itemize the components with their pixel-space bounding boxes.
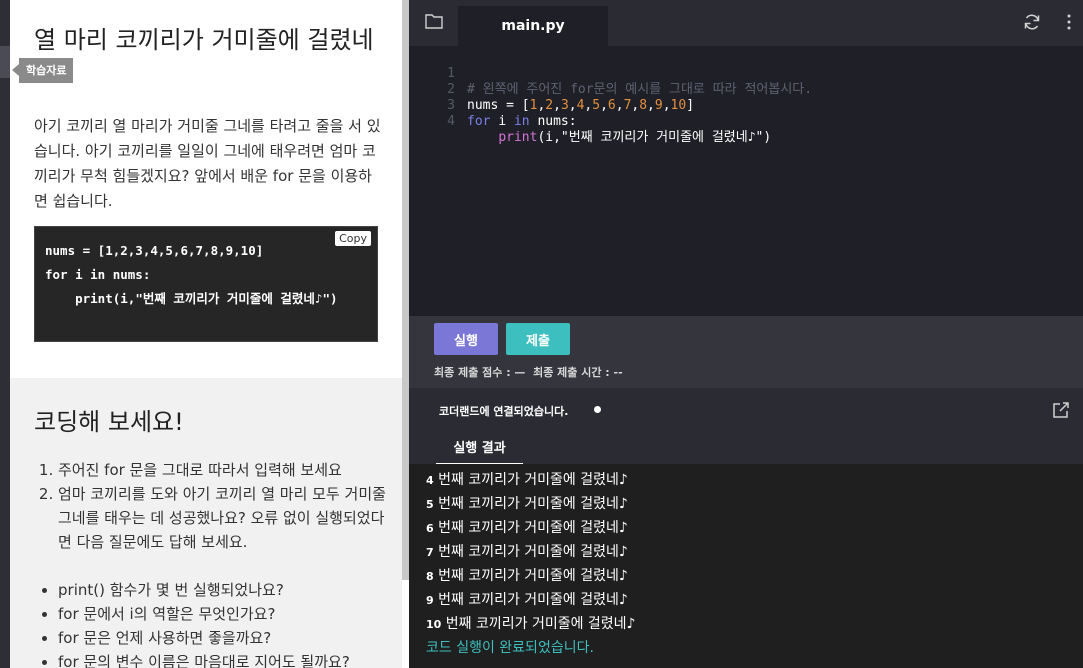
code-line: 1 # 왼쪽에 주어진 for문의 예시를 그대로 따라 적어봅시다. xyxy=(409,50,1083,97)
rail-marker xyxy=(0,46,10,78)
output-line: 5 번째 코끼리가 거미줄에 걸렸네♪ xyxy=(426,492,628,517)
output-line: 10 번째 코끼리가 거미줄에 걸렸네♪ xyxy=(426,612,636,637)
code-line: 3 for i in nums: xyxy=(409,82,1083,129)
output-text: 번째 코끼리가 거미줄에 걸렸네♪ xyxy=(438,592,628,608)
code-keyword: in xyxy=(513,114,530,129)
code-variable: i xyxy=(498,114,507,129)
list-item: for 문의 변수 이름은 마음대로 지어도 될까요? xyxy=(58,650,398,668)
left-rail xyxy=(0,0,10,668)
output-text: 번째 코끼리가 거미줄에 걸렸네♪ xyxy=(438,568,628,584)
line-number: 4 xyxy=(447,114,455,129)
list-item: print() 함수가 몇 번 실행되었나요? xyxy=(58,578,398,602)
code-line: 4 print(i,"번째 코끼리가 거미줄에 걸렸네♪") xyxy=(409,98,1083,145)
output-number: 6 xyxy=(426,522,434,535)
code-example: nums = [1,2,3,4,5,6,7,8,9,10] for i in n… xyxy=(34,226,378,342)
output-line: 4 번째 코끼리가 거미줄에 걸렸네♪ xyxy=(426,468,628,493)
code-editor[interactable]: 1 # 왼쪽에 주어진 for문의 예시를 그대로 따라 적어봅시다. 2 nu… xyxy=(409,46,1083,316)
more-vertical-icon[interactable] xyxy=(1066,13,1072,31)
output-text: 번째 코끼리가 거미줄에 걸렸네♪ xyxy=(438,544,628,560)
submit-button[interactable]: 제출 xyxy=(506,323,570,355)
output-text: 번째 코끼리가 거미줄에 걸렸네♪ xyxy=(438,472,628,488)
output-number: 7 xyxy=(426,546,434,559)
output-line: 7 번째 코끼리가 거미줄에 걸렸네♪ xyxy=(426,540,628,565)
output-number: 8 xyxy=(426,570,434,583)
code-function: print xyxy=(498,130,538,145)
output-number: 10 xyxy=(426,618,442,631)
list-item: 주어진 for 문을 그대로 따라서 입력해 보세요 xyxy=(58,458,398,482)
code-text: for i in nums: xyxy=(467,114,577,129)
code-variable: nums xyxy=(537,114,569,129)
scrollbar-thumb[interactable] xyxy=(402,0,409,580)
output-text: 번째 코끼리가 거미줄에 걸렸네♪ xyxy=(438,496,628,512)
output-text: 번째 코끼리가 거미줄에 걸렸네♪ xyxy=(445,616,636,632)
refresh-icon[interactable] xyxy=(1023,13,1041,31)
tab-run-result[interactable]: 실행 결과 xyxy=(436,437,523,464)
code-line: 2 nums = [1,2,3,4,5,6,7,8,9,10] xyxy=(409,66,1083,113)
connection-indicator xyxy=(594,406,601,413)
output-number: 9 xyxy=(426,594,434,607)
code-text: print(i,"번째 코끼리가 거미줄에 걸렸네♪") xyxy=(467,130,771,146)
external-link-icon[interactable] xyxy=(1052,401,1070,419)
lesson-title: 열 마리 코끼리가 거미줄에 걸렸네 xyxy=(34,26,374,54)
copy-button[interactable]: Copy xyxy=(335,231,371,246)
tab-main-py[interactable]: main.py xyxy=(458,6,608,46)
list-item: for 문에서 i의 역할은 무엇인가요? xyxy=(58,602,398,626)
lesson-panel: 열 마리 코끼리가 거미줄에 걸렸네 아기 코끼리 열 마리가 거미줄 그네를 … xyxy=(10,0,402,668)
section-title: 코딩해 보세요! xyxy=(34,408,184,436)
list-item: for 문은 언제 사용하면 좋을까요? xyxy=(58,626,398,650)
lesson-intro: 아기 코끼리 열 마리가 거미줄 그네를 타려고 줄을 서 있습니다. 아기 코… xyxy=(34,117,381,210)
output-line: 9 번째 코끼리가 거미줄에 걸렸네♪ xyxy=(426,588,628,613)
code-arguments: (i,"번째 코끼리가 거미줄에 걸렸네♪") xyxy=(537,130,772,145)
folder-icon[interactable] xyxy=(425,13,443,29)
output-number: 4 xyxy=(426,474,434,487)
output-line: 6 번째 코끼리가 거미줄에 걸렸네♪ xyxy=(426,516,628,541)
run-button[interactable]: 실행 xyxy=(434,323,498,355)
submission-status: 최종 제출 점수 : — 최종 제출 시간 : -- xyxy=(434,366,623,379)
execution-complete-message: 코드 실행이 완료되었습니다. xyxy=(426,640,594,656)
questions-list: print() 함수가 몇 번 실행되었나요? for 문에서 i의 역할은 무… xyxy=(34,578,398,668)
connection-status: 코더랜드에 연결되었습니다. xyxy=(439,405,569,418)
steps-list: 주어진 for 문을 그대로 따라서 입력해 보세요 엄마 코끼리를 도와 아기… xyxy=(34,458,398,554)
output-text: 번째 코끼리가 거미줄에 걸렸네♪ xyxy=(438,520,628,536)
output-line: 8 번째 코끼리가 거미줄에 걸렸네♪ xyxy=(426,564,628,589)
lesson-content: 열 마리 코끼리가 거미줄에 걸렸네 아기 코끼리 열 마리가 거미줄 그네를 … xyxy=(10,0,402,378)
code-keyword: for xyxy=(467,114,491,129)
output-number: 5 xyxy=(426,498,434,511)
list-item: 엄마 코끼리를 도와 아기 코끼리 열 마리 모두 거미줄 그네를 태우는 데 … xyxy=(58,482,398,554)
code-example-text: nums = [1,2,3,4,5,6,7,8,9,10] for i in n… xyxy=(45,243,338,306)
learning-material-tooltip[interactable]: 학습자료 xyxy=(11,58,74,83)
